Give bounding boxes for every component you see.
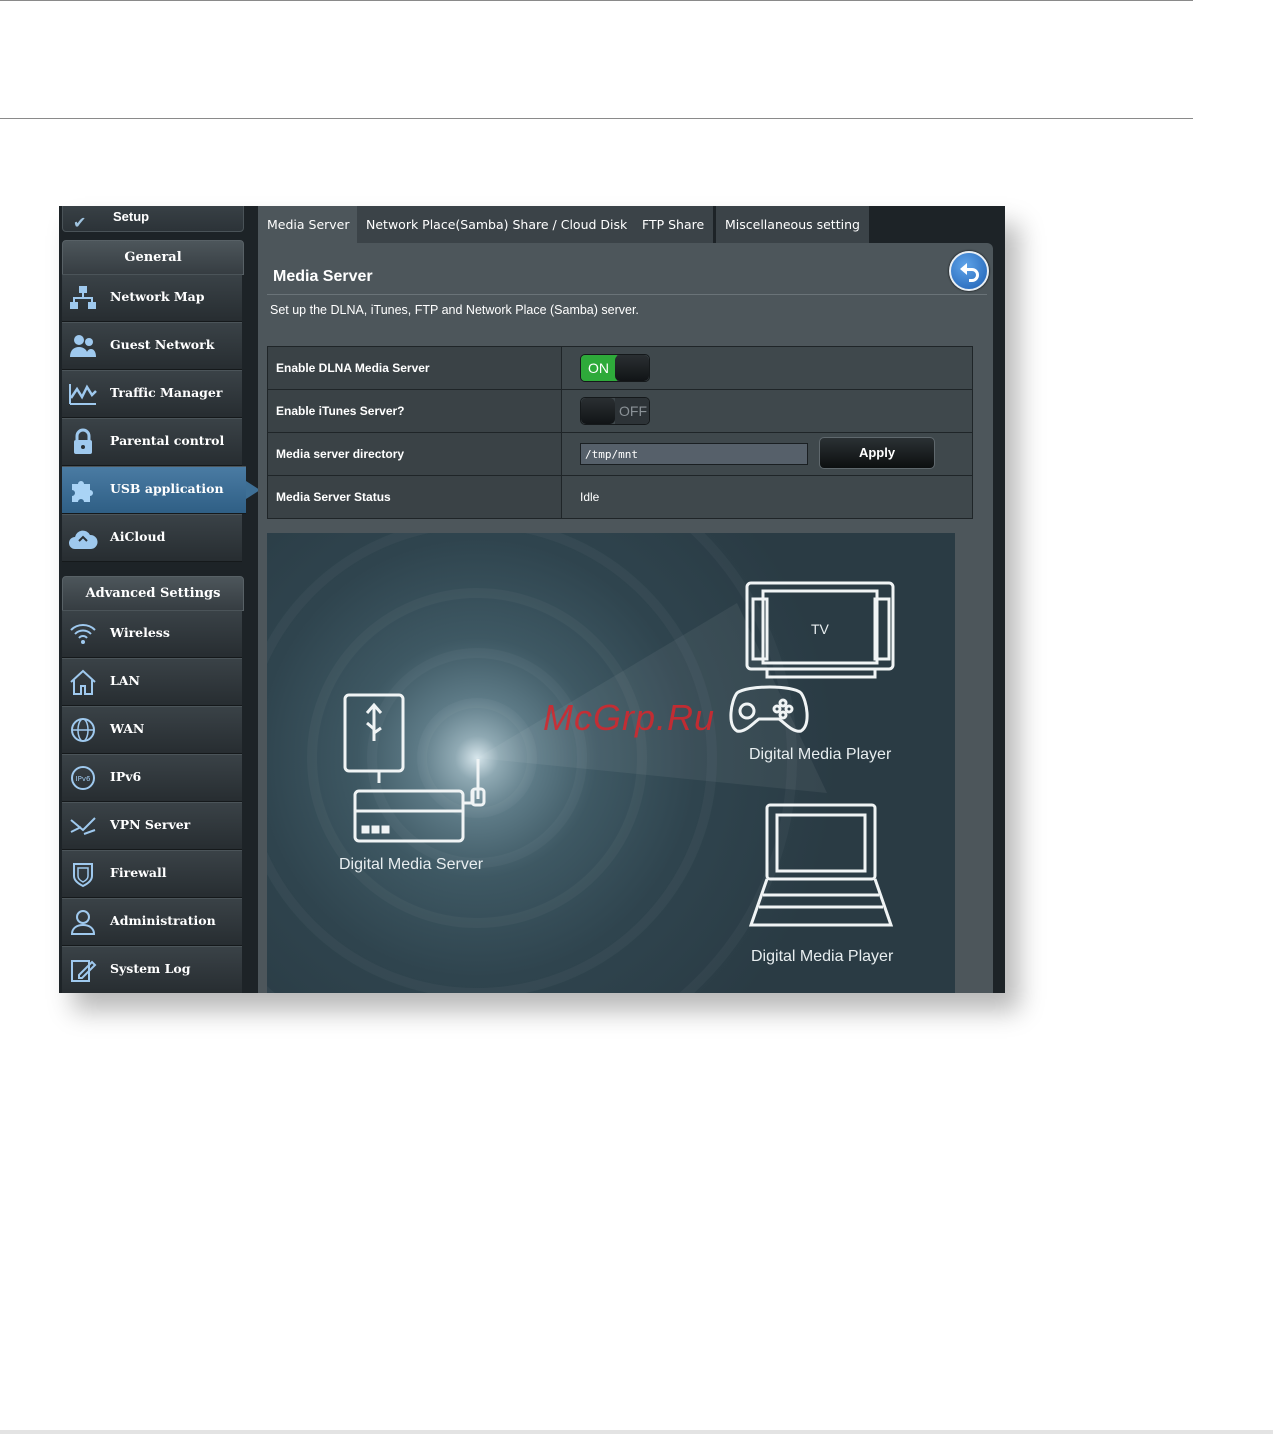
sidebar-item-ipv6[interactable]: IPv6 IPv6 [62, 754, 242, 802]
tab-ftp-share[interactable]: FTP Share [633, 206, 716, 243]
sidebar-item-label: USB application [110, 481, 224, 496]
directory-input[interactable] [580, 443, 808, 465]
guest-network-icon [68, 332, 98, 360]
sidebar-item-wan[interactable]: WAN [62, 706, 242, 754]
laptop-icon [748, 803, 894, 927]
toggle-off-text: OFF [615, 398, 649, 424]
vpn-icon [68, 812, 98, 840]
sidebar-item-label: Administration [110, 913, 216, 928]
sidebar-item-label: Guest Network [110, 337, 215, 352]
puzzle-icon [68, 476, 98, 504]
sidebar-item-label: Traffic Manager [110, 385, 223, 400]
dlna-toggle[interactable]: ON [580, 354, 650, 382]
dlna-label: Enable DLNA Media Server [267, 346, 562, 390]
shield-icon [68, 860, 98, 888]
status-label: Media Server Status [267, 475, 562, 519]
sidebar-item-label: WAN [110, 721, 145, 736]
user-icon [68, 908, 98, 936]
router-screenshot: ✔ Setup General Network Map Guest Networ… [59, 206, 1005, 993]
toggle-knob [615, 355, 649, 381]
sidebar-item-label: VPN Server [110, 817, 191, 832]
itunes-value-cell: OFF [561, 389, 973, 433]
sidebar-item-usb-application[interactable]: USB application [62, 466, 260, 514]
sidebar-item-label: AiCloud [110, 529, 166, 544]
table-row: Enable iTunes Server? OFF [267, 389, 973, 433]
digital-media-player-label: Digital Media Player [749, 746, 892, 763]
sidebar-item-setup[interactable]: ✔ Setup [62, 206, 244, 232]
digital-media-player-label: Digital Media Player [751, 948, 894, 965]
sidebar: ✔ Setup General Network Map Guest Networ… [59, 206, 260, 993]
edit-log-icon [68, 956, 98, 984]
globe-icon [68, 716, 98, 744]
table-row: Media Server Status Idle [267, 475, 973, 519]
sidebar-item-wireless[interactable]: Wireless [62, 610, 242, 658]
directory-value-cell: Apply [561, 432, 973, 476]
sidebar-item-label: LAN [110, 673, 140, 688]
itunes-toggle[interactable]: OFF [580, 397, 650, 425]
cloud-icon [68, 524, 98, 552]
apply-button[interactable]: Apply [819, 437, 935, 469]
traffic-manager-icon [68, 380, 98, 408]
tab-miscellaneous-setting[interactable]: Miscellaneous setting [716, 206, 871, 243]
network-map-icon [68, 284, 98, 312]
sidebar-item-system-log[interactable]: System Log [62, 946, 242, 993]
bottom-rule [0, 1430, 1273, 1434]
general-section-title: General [62, 240, 244, 275]
digital-media-server-label: Digital Media Server [339, 856, 484, 873]
ipv6-icon: IPv6 [68, 764, 98, 792]
status-value: Idle [561, 475, 973, 519]
advanced-section-title: Advanced Settings [62, 576, 244, 611]
directory-label: Media server directory [267, 432, 562, 476]
wifi-icon [68, 620, 98, 648]
tab-media-server[interactable]: Media Server [258, 206, 361, 243]
sidebar-item-traffic-manager[interactable]: Traffic Manager [62, 370, 242, 418]
sidebar-item-label: System Log [110, 961, 191, 976]
tv-label: TV [811, 621, 829, 637]
sidebar-item-parental-control[interactable]: Parental control [62, 418, 242, 466]
table-row: Enable DLNA Media Server ON [267, 346, 973, 390]
svg-text:IPv6: IPv6 [76, 775, 91, 783]
check-icon: ✔ [73, 215, 87, 232]
title-divider [267, 294, 987, 295]
sidebar-item-network-map[interactable]: Network Map [62, 274, 242, 322]
itunes-label: Enable iTunes Server? [267, 389, 562, 433]
back-button[interactable] [949, 251, 989, 291]
sidebar-item-administration[interactable]: Administration [62, 898, 242, 946]
home-icon [68, 668, 98, 696]
tab-network-place-samba[interactable]: Network Place(Samba) Share / Cloud Disk [357, 206, 639, 243]
sidebar-item-label: Setup [113, 209, 150, 224]
header-rule [0, 118, 1193, 119]
table-row: Media server directory Apply [267, 432, 973, 476]
settings-table: Enable DLNA Media Server ON Enable iTune… [267, 346, 973, 519]
toggle-knob [581, 398, 615, 424]
top-rule [0, 0, 1193, 1]
sidebar-item-label: IPv6 [110, 769, 142, 784]
page-title: Media Server [273, 268, 373, 285]
content-panel: Media Server Set up the DLNA, iTunes, FT… [258, 243, 993, 993]
sidebar-item-firewall[interactable]: Firewall [62, 850, 242, 898]
media-server-illustration: TV Digital Media Player Digital Media Se… [267, 533, 955, 993]
sidebar-item-aicloud[interactable]: AiCloud [62, 514, 242, 562]
toggle-on-text: ON [581, 355, 617, 381]
sidebar-item-guest-network[interactable]: Guest Network [62, 322, 242, 370]
sidebar-item-label: Parental control [110, 433, 225, 448]
sidebar-item-label: Wireless [110, 625, 170, 640]
usb-drive-icon [343, 693, 405, 783]
dlna-value-cell: ON [561, 346, 973, 390]
sidebar-item-label: Network Map [110, 289, 205, 304]
sidebar-item-lan[interactable]: LAN [62, 658, 242, 706]
page-description: Set up the DLNA, iTunes, FTP and Network… [270, 303, 639, 317]
lock-icon [68, 428, 98, 456]
sidebar-item-label: Firewall [110, 865, 167, 880]
back-arrow-icon [960, 263, 979, 282]
sidebar-item-vpn-server[interactable]: VPN Server [62, 802, 242, 850]
watermark: McGrp.Ru [543, 697, 716, 738]
